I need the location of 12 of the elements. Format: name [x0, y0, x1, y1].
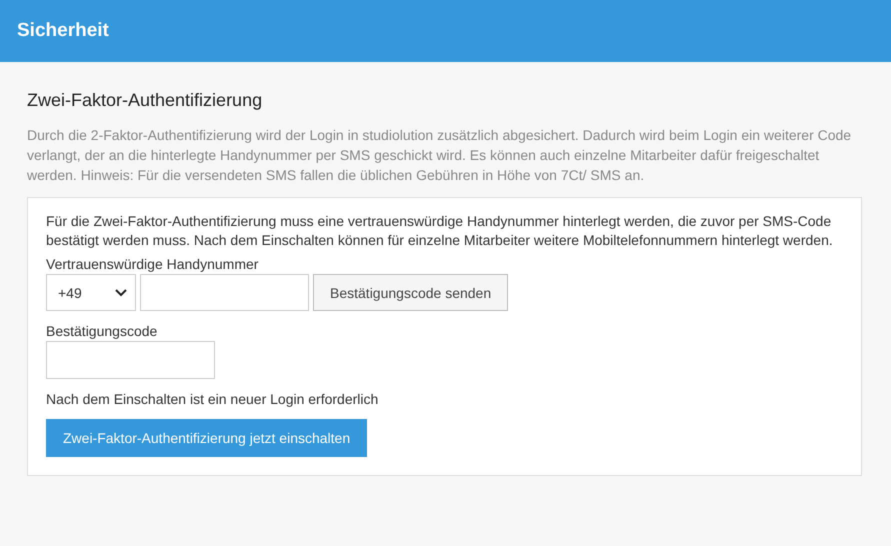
section-title: Zwei-Faktor-Authentifizierung	[27, 90, 264, 111]
code-label: Bestätigungscode	[46, 323, 158, 339]
phone-input-field[interactable]	[140, 274, 309, 311]
code-input-field[interactable]	[46, 341, 215, 379]
country-code-dropdown[interactable]: +49	[46, 274, 136, 311]
section-description: Durch die 2-Faktor-Authentifizierung wird der Login in studiolution zusätzlich abgesichert. Dadurch wird beim Login ein weiterer Code verlangt, der an die hinterlegte Handynummer per SMS geschickt wird. Es können auch einzelne Mitarbeiter dafür freigeschaltet werden. Hinweis: Für die versendeten SMS fallen die üblichen Gebühren in Höhe von 7Ct/ SMS an.	[27, 126, 852, 185]
send-code-button[interactable]: Bestätigungscode senden	[313, 274, 508, 311]
intro-text: Für die Zwei-Faktor-Authentifizierung muss eine vertrauenswürdige Handynummer hinterlegt werden, die zuvor per SMS-Code bestätigt werden muss. Nach dem Einschalten können für einzelne Mitarbeiter weitere Mobiltelefonnummern hinterlegt werden.	[46, 212, 834, 250]
page-title: Sicherheit	[17, 20, 109, 42]
chevron-down-icon	[115, 288, 127, 296]
login-note: Nach dem Einschalten ist ein neuer Login erforderlich	[46, 391, 380, 407]
phone-label: Vertrauenswürdige Handynummer	[46, 256, 260, 272]
